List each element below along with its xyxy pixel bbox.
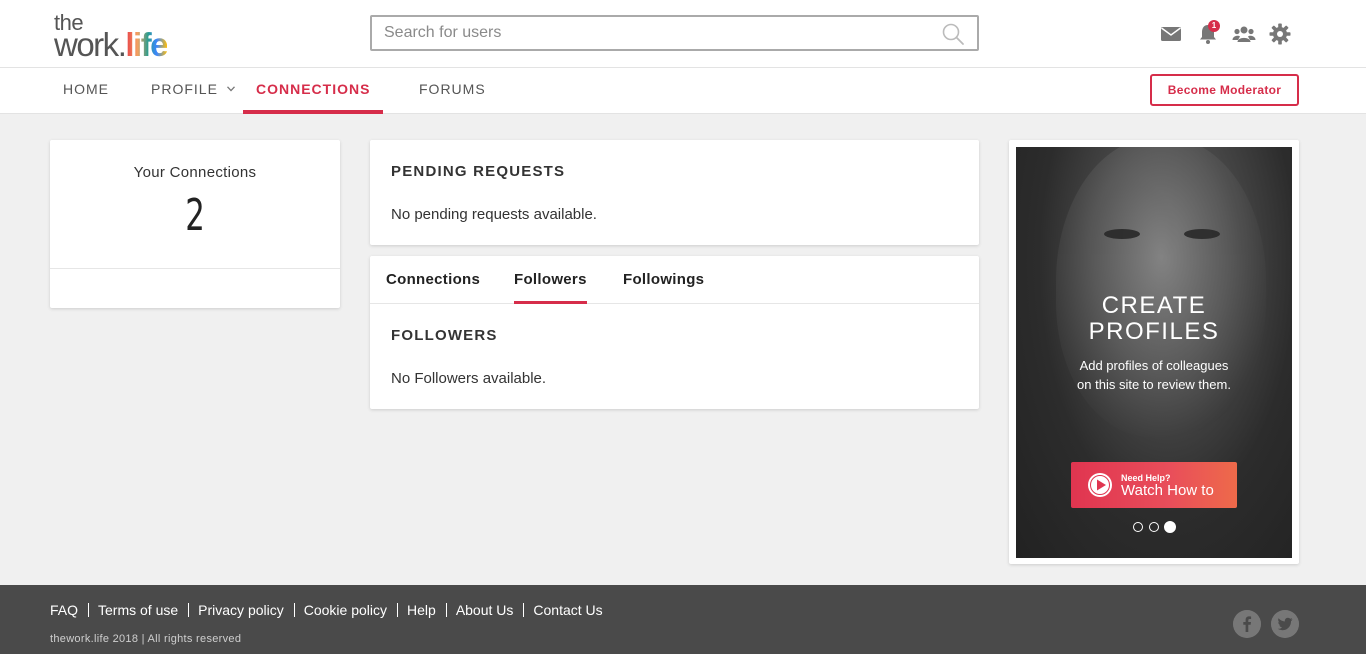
top-header: the work.life 1	[0, 0, 1366, 68]
pending-requests-card: PENDING REQUESTS No pending requests ava…	[370, 140, 979, 245]
carousel-dot-1[interactable]	[1133, 522, 1143, 532]
pending-requests-empty: No pending requests available.	[391, 206, 597, 223]
promo-card: CREATE PROFILES Add profiles of colleagu…	[1009, 140, 1299, 564]
footer-link-cookie[interactable]: Cookie policy	[304, 602, 387, 618]
nav-profile-label: PROFILE	[151, 81, 218, 97]
pending-requests-heading: PENDING REQUESTS	[391, 163, 566, 180]
card-divider	[50, 268, 340, 269]
watch-how-to-label: Watch How to	[1121, 482, 1214, 499]
copyright-text: thework.life 2018 | All rights reserved	[50, 633, 242, 645]
chevron-down-icon	[226, 86, 235, 92]
followers-heading: FOLLOWERS	[391, 327, 498, 344]
promo-subtitle: Add profiles of colleagues on this site …	[1077, 358, 1231, 392]
nav-forums[interactable]: FORUMS	[419, 68, 486, 114]
watch-how-to-button[interactable]: Need Help? Watch How to	[1071, 462, 1237, 508]
tab-followings[interactable]: Followings	[623, 256, 704, 304]
carousel-dots	[1133, 520, 1183, 534]
footer-link-terms[interactable]: Terms of use	[98, 602, 178, 618]
tab-followers[interactable]: Followers	[514, 256, 587, 304]
search-box	[370, 15, 979, 51]
connections-count-label: Your Connections	[133, 164, 257, 181]
site-logo[interactable]: the work.life	[54, 12, 214, 62]
notification-badge: 1	[1208, 20, 1220, 32]
logo-wordmark: work.life	[54, 26, 169, 63]
play-icon	[1088, 473, 1112, 497]
footer-link-about[interactable]: About Us	[456, 602, 514, 618]
footer-link-privacy[interactable]: Privacy policy	[198, 602, 284, 618]
promo-title: CREATE PROFILES	[1088, 292, 1220, 345]
become-moderator-button[interactable]: Become Moderator	[1150, 74, 1299, 106]
gear-icon[interactable]	[1268, 22, 1292, 46]
nav-profile[interactable]: PROFILE	[151, 68, 235, 114]
promo-carousel: CREATE PROFILES Add profiles of colleagu…	[1016, 147, 1292, 558]
tab-connections[interactable]: Connections	[386, 256, 480, 304]
footer-links: FAQ Terms of use Privacy policy Cookie poli…	[50, 602, 603, 618]
carousel-dot-2[interactable]	[1149, 522, 1159, 532]
your-connections-card: Your Connections 2	[50, 140, 340, 308]
connections-tabs-card: Connections Followers Followings FOLLOWE…	[370, 256, 979, 409]
mail-icon[interactable]	[1159, 22, 1183, 46]
users-icon[interactable]	[1232, 22, 1256, 46]
main-nav: HOME PROFILE CONNECTIONS FORUMS Become M…	[0, 68, 1366, 114]
facebook-icon[interactable]	[1233, 610, 1261, 638]
footer-link-contact[interactable]: Contact Us	[533, 602, 602, 618]
twitter-icon[interactable]	[1271, 610, 1299, 638]
nav-home[interactable]: HOME	[63, 68, 109, 114]
tab-bar: Connections Followers Followings	[370, 256, 979, 304]
followers-empty: No Followers available.	[391, 370, 547, 387]
nav-connections[interactable]: CONNECTIONS	[243, 68, 384, 114]
search-icon[interactable]	[941, 22, 965, 46]
notifications-button[interactable]: 1	[1196, 20, 1220, 46]
connections-count: 2	[185, 190, 205, 241]
site-footer: FAQ Terms of use Privacy policy Cookie poli…	[0, 585, 1366, 654]
search-input[interactable]	[372, 17, 932, 49]
footer-link-faq[interactable]: FAQ	[50, 602, 78, 618]
footer-link-help[interactable]: Help	[407, 602, 436, 618]
carousel-dot-3[interactable]	[1164, 521, 1176, 533]
